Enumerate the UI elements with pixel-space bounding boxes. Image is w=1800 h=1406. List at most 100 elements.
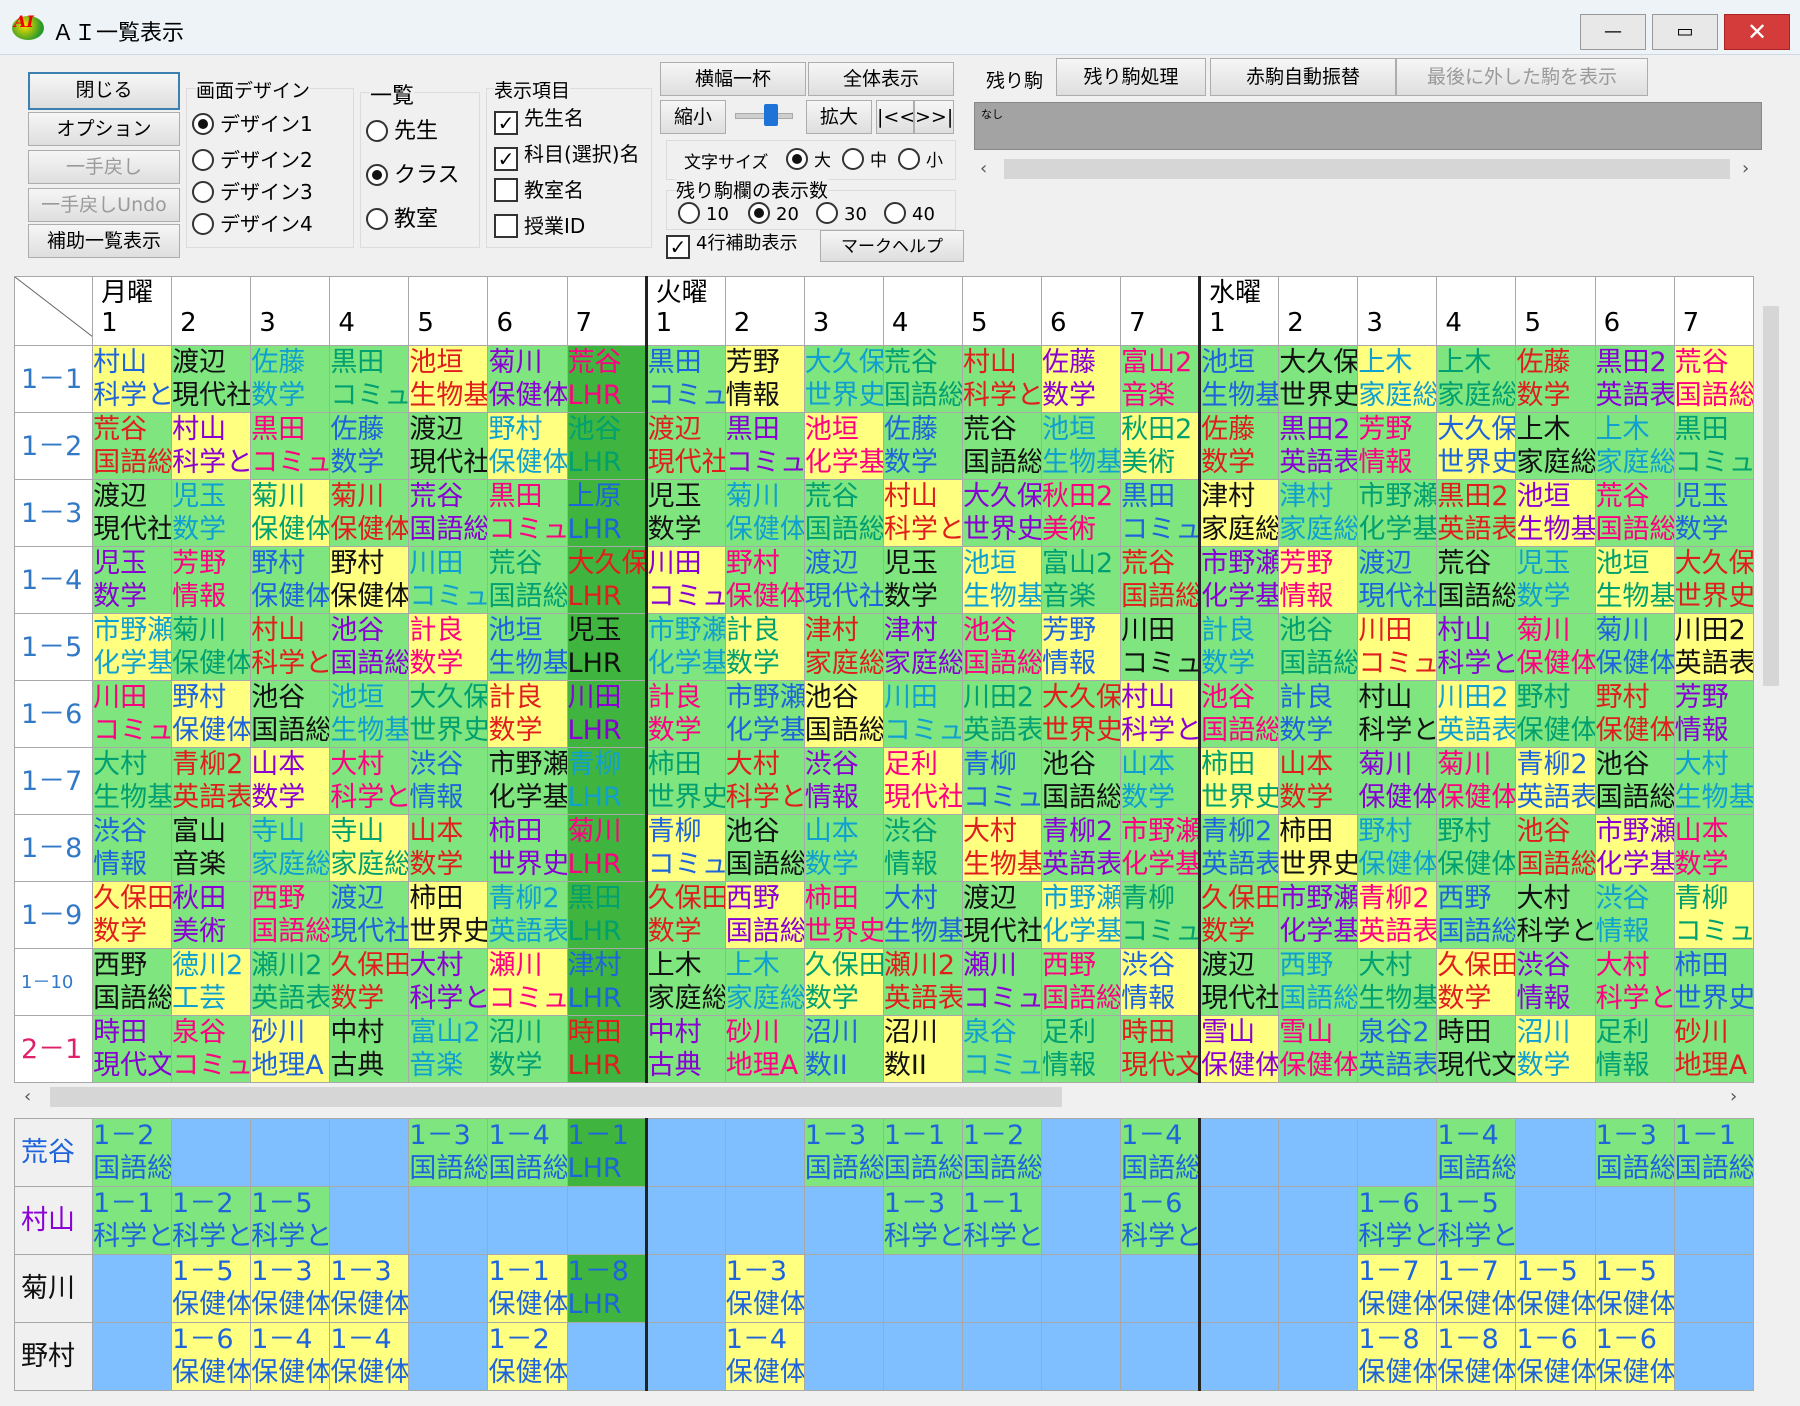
timetable-cell[interactable]: 中村 古典 <box>329 1015 410 1083</box>
grid-hscrollbar[interactable]: ‹ › <box>14 1084 1760 1110</box>
timetable-cell[interactable]: 川田2 英語表 <box>1673 613 1755 681</box>
teacher-cell[interactable]: 1－1 LHR <box>566 1118 648 1187</box>
timetable-cell[interactable]: 柿田 世界史 <box>1278 814 1359 882</box>
timetable-cell[interactable]: 池谷 国語総 <box>803 680 884 748</box>
timetable-cell[interactable]: 池垣 生物基 <box>1041 412 1122 480</box>
teacher-cell[interactable] <box>250 1118 331 1187</box>
timetable-cell[interactable]: 計良 数学 <box>645 680 726 748</box>
timetable-cell[interactable]: 市野瀬 化学基 <box>487 747 568 815</box>
timetable-cell[interactable]: 菊川 LHR <box>566 814 648 882</box>
class-row-header[interactable]: 2－1 <box>13 1015 94 1083</box>
aux-list-button[interactable]: 補助一覧表示 <box>28 224 180 258</box>
period-header[interactable]: 6 <box>1594 276 1675 346</box>
teacher-cell[interactable] <box>1673 1254 1755 1323</box>
timetable-cell[interactable]: 黒田 コミュ <box>487 479 568 547</box>
timetable-cell[interactable]: 富山2 音楽 <box>1120 345 1202 413</box>
timetable-cell[interactable]: 池谷 国語総 <box>1594 747 1675 815</box>
timetable-cell[interactable]: 時田 LHR <box>566 1015 648 1083</box>
teacher-cell[interactable] <box>645 1322 726 1391</box>
timetable-cell[interactable]: 池谷 国語総 <box>724 814 805 882</box>
class-row-header[interactable]: 1－10 <box>13 948 94 1016</box>
timetable-cell[interactable]: 児玉 数学 <box>1673 479 1755 547</box>
teacher-cell[interactable] <box>803 1186 884 1255</box>
teacher-cell[interactable] <box>1199 1254 1280 1323</box>
class-row-header[interactable]: 1－1 <box>13 345 94 413</box>
timetable-cell[interactable]: 川田2 英語表 <box>961 680 1043 748</box>
timetable-cell[interactable]: 荒谷 国語総 <box>1594 479 1675 547</box>
timetable-cell[interactable]: 渋谷 情報 <box>803 747 884 815</box>
close-window-button[interactable]: ✕ <box>1724 14 1790 50</box>
first-button[interactable]: |<< <box>876 100 914 134</box>
class-row-header[interactable]: 1－8 <box>13 814 94 882</box>
timetable-cell[interactable]: 児玉 数学 <box>171 479 252 547</box>
teacher-row-header[interactable]: 野村 <box>13 1322 94 1391</box>
grid-vscrollbar[interactable] <box>1760 276 1782 1084</box>
timetable-cell[interactable]: 津村 家庭総 <box>803 613 884 681</box>
timetable-cell[interactable]: 芳野 情報 <box>724 345 805 413</box>
timetable-cell[interactable]: 足利 情報 <box>1041 1015 1122 1083</box>
timetable-cell[interactable]: 野村 保健体 <box>487 412 568 480</box>
teacher-cell[interactable] <box>566 1322 648 1391</box>
teacher-cell[interactable]: 1－4 国語総 <box>1436 1118 1517 1187</box>
timetable-cell[interactable]: 大久保 世界史 <box>408 680 489 748</box>
timetable-cell[interactable]: 大村 生物基 <box>882 881 963 949</box>
teacher-cell[interactable]: 1－5 科学と <box>250 1186 331 1255</box>
timetable-cell[interactable]: 泉谷 コミュ <box>961 1015 1043 1083</box>
period-header[interactable]: 4 <box>1436 276 1517 346</box>
timetable-cell[interactable]: 久保田 数学 <box>92 881 173 949</box>
lesson-id-checkbox[interactable]: 授業ID <box>494 214 585 238</box>
teacher-cell[interactable]: 1－6 保健体 <box>1594 1322 1675 1391</box>
timetable-cell[interactable]: 市野瀬 化学基 <box>724 680 805 748</box>
timetable-cell[interactable]: 黒田 コミュ <box>1120 479 1202 547</box>
teacher-cell[interactable] <box>882 1322 963 1391</box>
timetable-cell[interactable]: 荒谷 国語総 <box>487 546 568 614</box>
teacher-cell[interactable]: 1－3 保健体 <box>250 1254 331 1323</box>
timetable-cell[interactable]: 柿田 世界史 <box>803 881 884 949</box>
timetable-cell[interactable]: 菊川 保健体 <box>1436 747 1517 815</box>
teacher-cell[interactable] <box>1278 1322 1359 1391</box>
timetable-cell[interactable]: 荒谷 国語総 <box>92 412 173 480</box>
timetable-cell[interactable]: 佐藤 数学 <box>1041 345 1122 413</box>
teacher-cell[interactable]: 1－6 保健体 <box>171 1322 252 1391</box>
timetable-cell[interactable]: 渡辺 現代社 <box>803 546 884 614</box>
teacher-cell[interactable]: 1－5 保健体 <box>1594 1254 1675 1323</box>
period-header[interactable]: 水曜 1 <box>1199 276 1280 346</box>
timetable-cell[interactable]: 池垣 生物基 <box>1199 345 1280 413</box>
timetable-cell[interactable]: 児玉 数学 <box>1515 546 1596 614</box>
teacher-cell[interactable] <box>1120 1322 1202 1391</box>
timetable-cell[interactable]: 渡辺 現代社 <box>329 881 410 949</box>
timetable-cell[interactable]: 西野 国語総 <box>1436 881 1517 949</box>
undo-button[interactable]: 一手戻し <box>28 150 180 184</box>
scroll-right-icon[interactable]: › <box>1742 156 1749 182</box>
class-row-header[interactable]: 1－6 <box>13 680 94 748</box>
timetable-cell[interactable]: 荒谷 国語総 <box>803 479 884 547</box>
timetable-cell[interactable]: 荒谷 国語総 <box>961 412 1043 480</box>
timetable-cell[interactable]: 渡辺 現代社 <box>1199 948 1280 1016</box>
close-button[interactable]: 閉じる <box>28 72 180 110</box>
timetable-cell[interactable]: 児玉 数学 <box>882 546 963 614</box>
timetable-cell[interactable]: 上木 家庭総 <box>1436 345 1517 413</box>
teacher-cell[interactable]: 1－3 国語総 <box>408 1118 489 1187</box>
teacher-cell[interactable]: 1－5 保健体 <box>1515 1254 1596 1323</box>
teacher-cell[interactable] <box>1041 1118 1122 1187</box>
teacher-cell[interactable] <box>645 1186 726 1255</box>
font-small-radio[interactable]: 小 <box>898 148 943 173</box>
timetable-cell[interactable]: 芳野 情報 <box>1673 680 1755 748</box>
teacher-cell[interactable]: 1－4 保健体 <box>724 1322 805 1391</box>
timetable-cell[interactable]: 上木 家庭総 <box>1594 412 1675 480</box>
timetable-cell[interactable]: 津村 LHR <box>566 948 648 1016</box>
timetable-cell[interactable]: 荒谷 LHR <box>566 345 648 413</box>
teacher-cell[interactable] <box>1278 1118 1359 1187</box>
teacher-cell[interactable] <box>1199 1186 1280 1255</box>
timetable-cell[interactable]: 青柳 コミュ <box>961 747 1043 815</box>
period-header[interactable]: 5 <box>1515 276 1596 346</box>
teacher-cell[interactable]: 1－2 保健体 <box>487 1322 568 1391</box>
teacher-cell[interactable] <box>1673 1186 1755 1255</box>
teacher-cell[interactable] <box>1673 1322 1755 1391</box>
timetable-cell[interactable]: 山本 数学 <box>803 814 884 882</box>
timetable-cell[interactable]: 大村 科学と <box>1594 948 1675 1016</box>
timetable-cell[interactable]: 大久保 世界史 <box>803 345 884 413</box>
timetable-cell[interactable]: 青柳2 英語表 <box>1515 747 1596 815</box>
teacher-cell[interactable] <box>882 1254 963 1323</box>
timetable-cell[interactable]: 黒田2 英語表 <box>1278 412 1359 480</box>
